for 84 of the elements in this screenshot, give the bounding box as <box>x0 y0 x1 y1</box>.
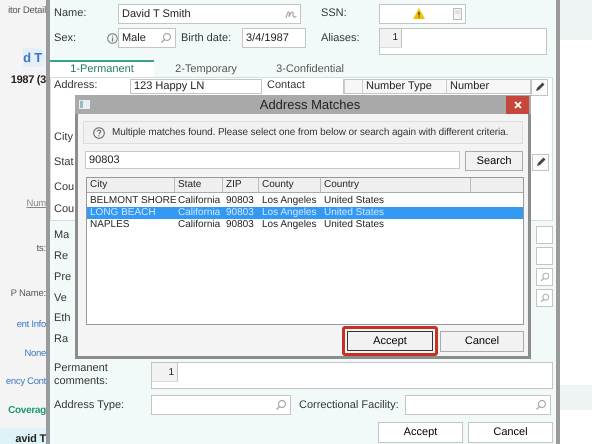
name-field[interactable]: David T Smith <box>118 4 301 24</box>
address-type-field[interactable] <box>151 395 291 416</box>
cancel-button[interactable]: Cancel <box>468 422 553 443</box>
sidebar-link[interactable]: None <box>24 346 46 361</box>
search-icon <box>160 32 172 44</box>
tab[interactable]: 3-Confidential <box>258 60 362 77</box>
panel-background <box>560 0 592 40</box>
column-header: Number <box>446 80 530 93</box>
column-header[interactable]: County <box>259 178 321 192</box>
field-label: Cou <box>54 203 72 216</box>
search-icon <box>540 272 550 282</box>
column-header[interactable]: ZIP <box>223 178 259 192</box>
birth-date-field[interactable]: 3/4/1987 <box>242 28 306 48</box>
field-label: Name: <box>54 7 88 20</box>
pencil-icon <box>534 81 546 94</box>
message-text: Multiple matches found. Please select one from below or search again with different criteria. <box>112 127 508 138</box>
comments-field[interactable]: 1 <box>151 362 553 390</box>
field-label: Pre <box>54 270 72 284</box>
field-label: Ve <box>54 292 68 305</box>
tab[interactable]: 1-Permanent <box>50 60 154 77</box>
field-label: Stat <box>54 156 72 169</box>
sidebar-text: 1987 (3 <box>10 73 46 88</box>
field-label: Permanent comments: <box>54 362 109 388</box>
text-field[interactable] <box>536 247 553 266</box>
field-label: Birth date: <box>181 32 232 45</box>
accept-button[interactable]: Accept <box>378 422 463 443</box>
edit-button[interactable] <box>532 154 549 171</box>
dialog-title: Address Matches <box>260 97 360 112</box>
counter-text: 1 <box>380 28 402 48</box>
pencil-icon <box>534 156 546 168</box>
address-field[interactable]: 123 Happy LN <box>130 78 262 94</box>
search-icon <box>535 399 547 412</box>
field-label: Re <box>54 250 70 263</box>
sidebar-text: itor Detail <box>8 4 46 18</box>
column-header[interactable]: State <box>175 178 223 192</box>
sidebar-link[interactable]: ent Info <box>16 317 46 332</box>
edit-button[interactable] <box>531 78 548 96</box>
info-icon <box>107 32 118 44</box>
search-icon <box>275 399 287 412</box>
field-label: Sex: <box>54 32 78 45</box>
field-label: Ma <box>54 228 70 242</box>
close-button[interactable] <box>506 96 529 114</box>
field-label: Aliases: <box>321 32 361 45</box>
column-header[interactable]: City <box>87 178 175 192</box>
lookup-field[interactable] <box>536 289 553 308</box>
sidebar-text: Coverag <box>8 404 46 418</box>
text-field[interactable] <box>536 226 553 244</box>
search-button[interactable]: Search <box>465 151 523 172</box>
help-icon <box>93 126 105 139</box>
document-icon <box>453 8 462 20</box>
column-header[interactable]: Country <box>321 178 471 192</box>
lookup-field[interactable] <box>536 268 553 286</box>
field-label: Contact <box>267 78 306 92</box>
sidebar-text: d T <box>23 48 46 67</box>
ssn-field[interactable] <box>379 4 466 24</box>
sidebar-link[interactable]: ency Cont <box>6 374 46 389</box>
aliases-field[interactable]: 1 <box>379 28 547 55</box>
sex-field[interactable]: Male <box>118 28 176 48</box>
correctional-facility-field[interactable] <box>405 395 551 416</box>
field-label: Ra <box>54 333 70 346</box>
field-label: SSN: <box>321 7 348 20</box>
close-icon <box>514 100 522 109</box>
field-label: City <box>54 130 72 144</box>
sidebar-text: avid T <box>0 428 46 444</box>
accept-button[interactable]: Accept <box>347 331 433 351</box>
sidebar-text: P Name: <box>10 287 46 301</box>
sidebar-text: ts: <box>36 242 46 256</box>
search-field[interactable]: 90803 <box>85 151 460 170</box>
cancel-button[interactable]: Cancel <box>440 330 524 352</box>
result-row[interactable]: BELMONT SHORECalifornia 90803 Los Angeles United States <box>87 195 523 208</box>
result-row[interactable]: NAPLES California 90803 Los Angeles United States <box>87 219 523 232</box>
field-label: Cou <box>54 180 72 194</box>
field-label: Address: <box>54 78 98 92</box>
tab[interactable]: 2-Temporary <box>154 60 258 77</box>
field-label: Eth <box>54 312 72 326</box>
search-icon <box>540 293 550 304</box>
sidebar-text: Num <box>26 197 46 211</box>
window-icon <box>79 100 90 110</box>
counter-text: 1 <box>152 363 178 382</box>
field-label: Address Type: <box>54 398 126 412</box>
warning-icon <box>413 8 425 20</box>
field-label: Correctional Facility: <box>299 398 400 412</box>
column-header: Number Type <box>362 80 446 93</box>
panel-background <box>560 385 592 410</box>
